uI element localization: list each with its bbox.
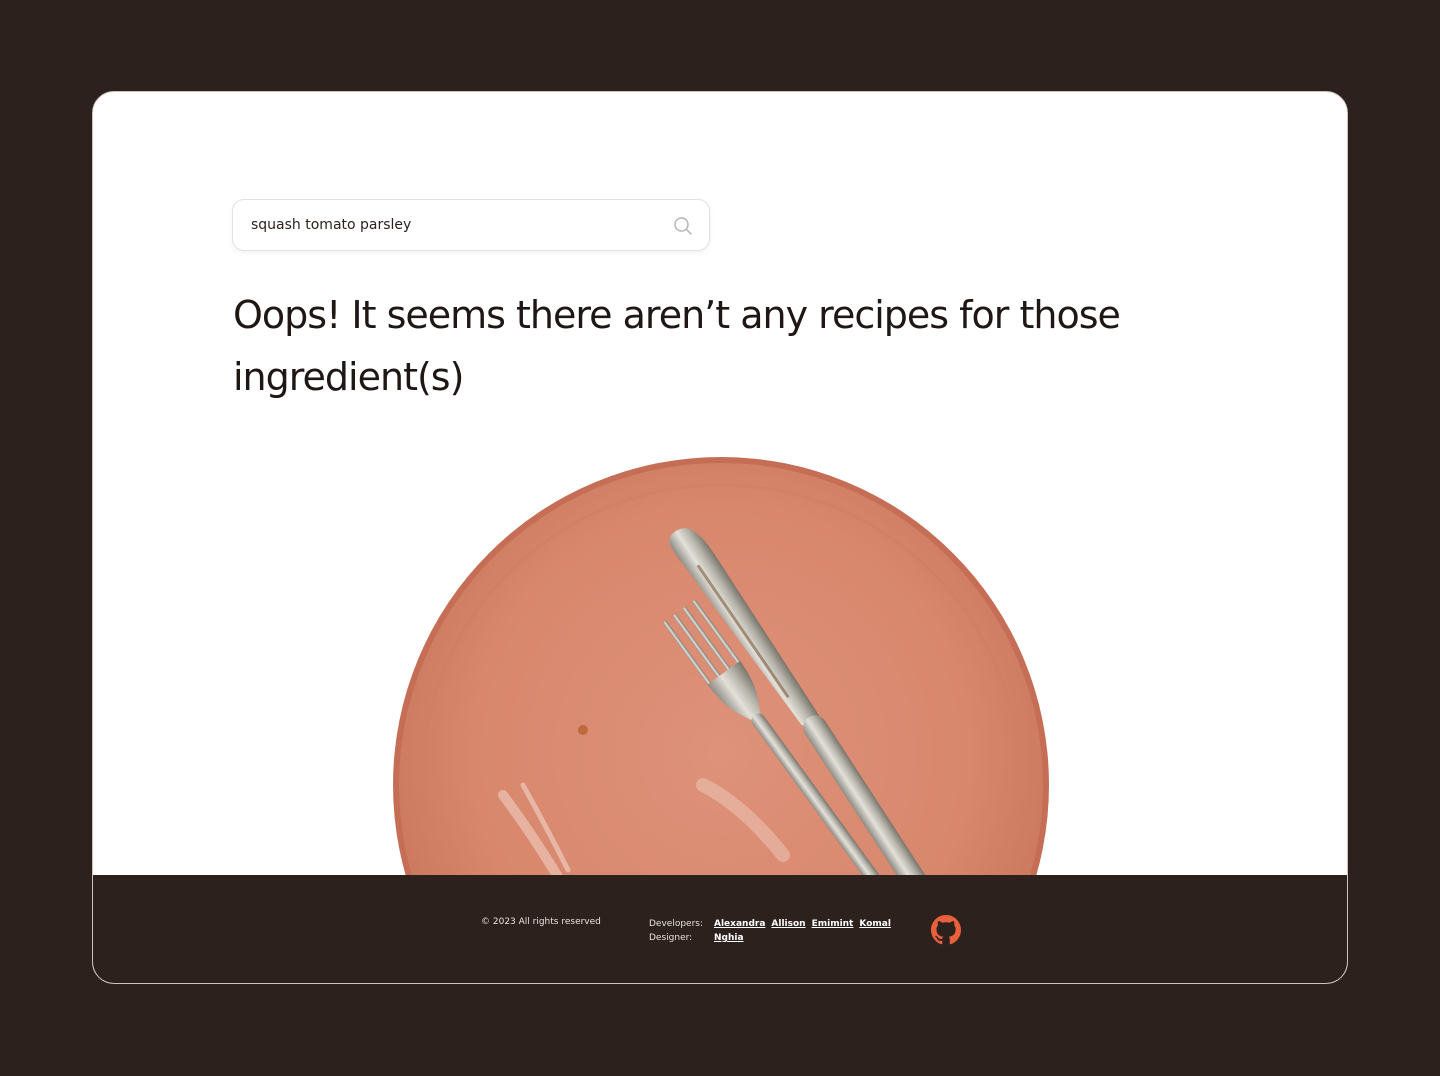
designer-label: Designer: [649, 933, 693, 943]
designer-row: Designer: Nghia [649, 931, 897, 945]
developer-link[interactable]: Komal [859, 919, 891, 929]
no-results-message: Oops! It seems there aren’t any recipes … [233, 293, 1121, 399]
credits: Developers: Alexandra Allison Emimint Ko… [649, 917, 897, 945]
developer-link[interactable]: Allison [771, 919, 805, 929]
footer: © 2023 All rights reserved Developers: A… [93, 875, 1347, 983]
developer-link[interactable]: Emimint [812, 919, 854, 929]
developers-label: Developers: [649, 919, 704, 929]
search-bar[interactable] [232, 199, 710, 251]
search-input[interactable] [251, 200, 651, 250]
developers-row: Developers: Alexandra Allison Emimint Ko… [649, 917, 897, 931]
empty-plate-image [383, 455, 1063, 875]
github-icon[interactable] [931, 915, 961, 945]
copyright-text: © 2023 All rights reserved [481, 917, 601, 927]
developer-link[interactable]: Alexandra [714, 919, 765, 929]
search-icon[interactable] [673, 216, 693, 236]
main-card: Oops! It seems there aren’t any recipes … [92, 91, 1348, 984]
designer-link[interactable]: Nghia [714, 933, 744, 943]
